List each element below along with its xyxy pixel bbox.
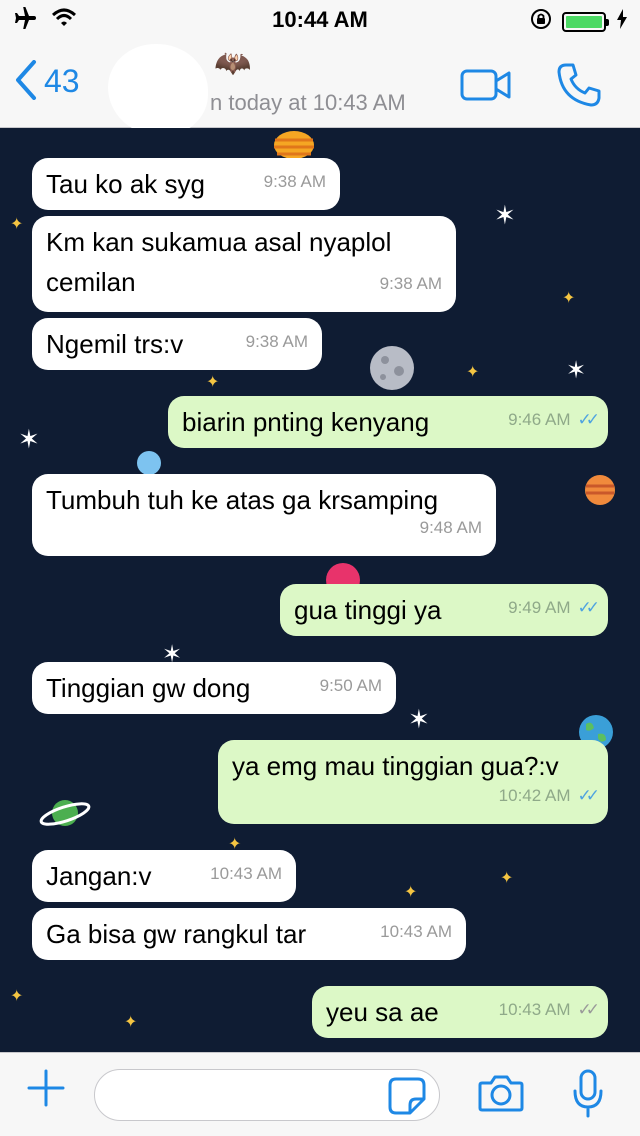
message-time: 10:42 AM xyxy=(498,786,571,805)
message-time: 9:48 AM xyxy=(419,518,482,537)
star-decoration: ✦ xyxy=(500,870,514,887)
video-call-button[interactable] xyxy=(460,68,512,107)
voice-message-button[interactable] xyxy=(572,1069,604,1124)
star-decoration: ✦ xyxy=(206,374,220,391)
status-bar: 10:44 AM xyxy=(0,0,640,40)
message-time: 9:38 AM xyxy=(263,172,326,191)
back-button[interactable]: 43 xyxy=(14,60,80,103)
chat-header: 43 🦇 n today at 10:43 AM xyxy=(0,40,640,136)
read-receipt-icon: ✓✓ xyxy=(577,598,600,617)
message-incoming[interactable]: Ga bisa gw rangkul tar 10:43 AM xyxy=(32,908,466,960)
star-decoration: ✦ xyxy=(562,290,576,307)
message-text: Km kan sukamua asal nyaplol cemilan xyxy=(46,227,392,297)
message-time: 9:38 AM xyxy=(245,332,308,351)
sticker-icon xyxy=(388,1077,426,1115)
message-outgoing[interactable]: yeu sa ae 10:43 AM ✓✓ xyxy=(312,986,608,1038)
star-decoration: ✦ xyxy=(404,884,418,901)
star-decoration: ✶ xyxy=(18,424,40,454)
video-call-icon xyxy=(460,69,511,101)
star-decoration: ✦ xyxy=(10,988,24,1005)
message-time: 9:38 AM xyxy=(379,274,442,293)
message-outgoing[interactable]: biarin pnting kenyang 9:46 AM ✓✓ xyxy=(168,396,608,448)
star-decoration: ✦ xyxy=(466,364,480,381)
read-receipt-icon: ✓✓ xyxy=(577,410,600,429)
message-incoming[interactable]: Tinggian gw dong 9:50 AM xyxy=(32,662,396,714)
message-outgoing[interactable]: gua tinggi ya 9:49 AM ✓✓ xyxy=(280,584,608,636)
planet-red-decoration xyxy=(584,474,616,511)
star-decoration: ✶ xyxy=(494,200,516,230)
message-text: Tumbuh tuh ke atas ga krsamping xyxy=(46,485,439,515)
message-time: 9:46 AM xyxy=(508,410,571,429)
moon-decoration xyxy=(369,345,415,396)
charging-icon xyxy=(616,9,628,34)
camera-icon xyxy=(478,1075,524,1112)
message-incoming[interactable]: Km kan sukamua asal nyaplol cemilan 9:38… xyxy=(32,216,456,312)
star-decoration: ✦ xyxy=(10,216,24,233)
message-incoming[interactable]: Ngemil trs:v 9:38 AM xyxy=(32,318,322,370)
star-decoration: ✦ xyxy=(124,1014,138,1031)
message-time: 10:43 AM xyxy=(380,922,452,941)
orientation-lock-icon xyxy=(530,8,552,35)
message-time: 10:43 AM xyxy=(210,864,282,883)
phone-call-icon xyxy=(557,63,601,107)
message-time: 9:50 AM xyxy=(319,676,382,695)
plus-icon xyxy=(27,1069,65,1107)
ringed-planet-decoration xyxy=(38,794,92,837)
voice-call-button[interactable] xyxy=(556,62,602,113)
message-input-bar xyxy=(0,1052,640,1136)
message-outgoing[interactable]: ya emg mau tinggian gua?:v 10:42 AM ✓✓ xyxy=(218,740,608,824)
delivered-receipt-icon: ✓✓ xyxy=(577,1000,600,1019)
message-incoming[interactable]: Jangan:v 10:43 AM xyxy=(32,850,296,902)
star-decoration: ✶ xyxy=(566,357,587,384)
message-incoming[interactable]: Tau ko ak syg 9:38 AM xyxy=(32,158,340,210)
chat-area[interactable]: ✶ ✶ ✶ ✶ ✶ ✦ ✦ ✦ ✦ ✦ ✦ ✦ ✦ ✦ Tau ko ak sy… xyxy=(0,128,640,1052)
sticker-button[interactable] xyxy=(388,1077,426,1120)
attach-button[interactable] xyxy=(26,1067,66,1119)
unread-count: 43 xyxy=(44,63,80,99)
read-receipt-icon: ✓✓ xyxy=(577,786,600,805)
battery-icon xyxy=(562,11,609,32)
message-time: 9:49 AM xyxy=(508,598,571,617)
camera-button[interactable] xyxy=(478,1073,524,1118)
back-chevron-icon xyxy=(14,60,38,103)
contact-avatar[interactable] xyxy=(108,44,208,136)
contact-emoji: 🦇 xyxy=(214,47,252,80)
star-decoration: ✶ xyxy=(408,704,430,734)
last-seen-status: n today at 10:43 AM xyxy=(210,90,406,115)
message-incoming[interactable]: Tumbuh tuh ke atas ga krsamping 9:48 AM xyxy=(32,474,496,556)
message-time: 10:43 AM xyxy=(498,1000,571,1019)
microphone-icon xyxy=(573,1069,603,1118)
